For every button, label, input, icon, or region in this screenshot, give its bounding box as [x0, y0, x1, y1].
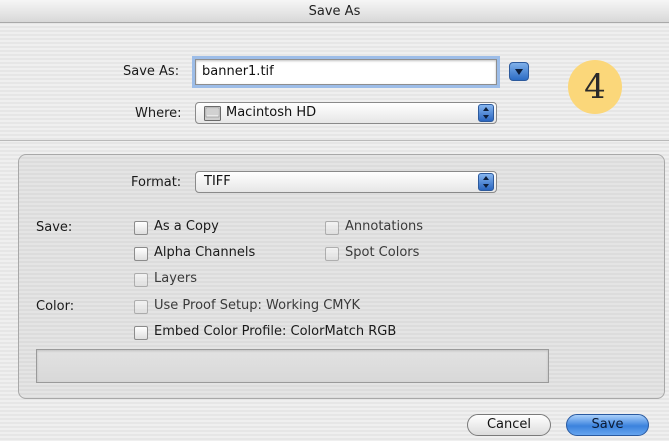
- window-title-bar[interactable]: Save As: [0, 0, 669, 23]
- embed-color-profile-label: Embed Color Profile: ColorMatch RGB: [154, 324, 397, 339]
- alpha-channels-label: Alpha Channels: [154, 245, 256, 260]
- embed-color-profile-checkbox[interactable]: [134, 326, 148, 340]
- file-info-field: [36, 349, 549, 383]
- format-popup[interactable]: TIFF: [195, 171, 497, 193]
- layers-label: Layers: [154, 271, 198, 286]
- save-as-label: Save As:: [123, 64, 180, 79]
- as-a-copy-checkbox[interactable]: [134, 221, 148, 235]
- annotations-checkbox[interactable]: [325, 221, 339, 235]
- separator: [0, 140, 669, 141]
- window-title: Save As: [308, 4, 361, 19]
- where-popup[interactable]: Macintosh HD: [195, 102, 497, 124]
- filename-input[interactable]: banner1.tif: [195, 59, 497, 85]
- where-value: Macintosh HD: [226, 105, 317, 120]
- alpha-channels-checkbox[interactable]: [134, 247, 148, 261]
- where-label: Where:: [135, 106, 182, 121]
- as-a-copy-label: As a Copy: [154, 219, 219, 234]
- use-proof-setup-checkbox[interactable]: [134, 300, 148, 314]
- spot-colors-label: Spot Colors: [345, 245, 420, 260]
- annotations-label: Annotations: [345, 219, 424, 234]
- spot-colors-checkbox[interactable]: [325, 247, 339, 261]
- color-options-label: Color:: [36, 299, 75, 314]
- use-proof-setup-label: Use Proof Setup: Working CMYK: [154, 298, 360, 313]
- format-value: TIFF: [204, 174, 231, 189]
- save-options-label: Save:: [36, 220, 73, 235]
- cancel-button[interactable]: Cancel: [467, 414, 551, 436]
- expand-dialog-button[interactable]: [509, 62, 529, 81]
- popup-arrows-icon: [478, 173, 494, 191]
- format-label: Format:: [131, 175, 182, 190]
- popup-arrows-icon: [478, 104, 494, 122]
- layers-checkbox[interactable]: [134, 273, 148, 287]
- step-number-badge: 4: [568, 60, 622, 114]
- hard-drive-icon: [204, 106, 221, 121]
- triangle-down-icon: [515, 68, 523, 75]
- save-button[interactable]: Save: [566, 414, 649, 436]
